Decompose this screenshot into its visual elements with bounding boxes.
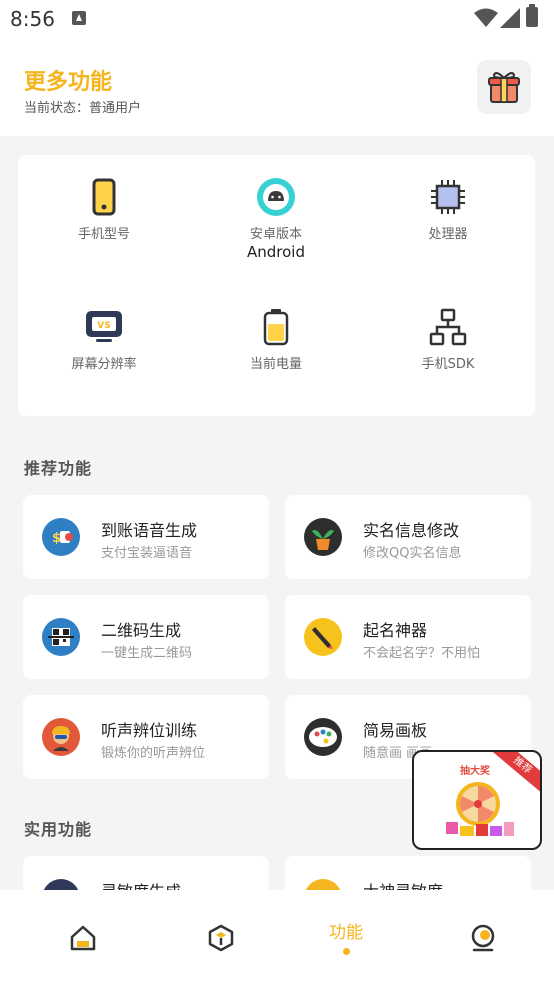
info-label: 安卓版本 (249, 227, 302, 242)
section-title-practical: 实用功能 (24, 820, 93, 839)
nav-features-label: 功能 (329, 923, 363, 943)
info-android-version[interactable]: 安卓版本 Android (190, 177, 362, 287)
info-label: 处理器 (428, 227, 468, 242)
info-label: 手机SDK (421, 357, 475, 372)
bottom-nav: 功能 (0, 890, 554, 984)
payment-voice-icon: $ (42, 518, 80, 556)
page-title: 更多功能 (24, 70, 113, 95)
status-time: 8:56 (10, 7, 55, 31)
info-label: 当前电量 (249, 357, 302, 372)
feature-naming[interactable]: 起名神器 不会起名字？不用怕 (285, 595, 531, 679)
qrcode-icon (42, 618, 80, 656)
feature-title: 简易画板 (363, 721, 428, 740)
monitor-icon: VS (86, 311, 122, 342)
user-status: 当前状态：普通用户 (24, 101, 142, 116)
feature-subtitle: 支付宝装逼语音 (101, 546, 193, 561)
status-bar: 8:56 (0, 0, 554, 38)
nav-tools[interactable] (152, 890, 290, 984)
nav-profile[interactable] (414, 890, 552, 984)
info-resolution[interactable]: VS 屏幕分辨率 (18, 307, 190, 417)
svg-text:$: $ (52, 531, 61, 546)
feature-subtitle: 不会起名字？不用怕 (363, 646, 481, 661)
profile-icon (471, 924, 495, 952)
info-value: Android (247, 243, 305, 261)
nav-features[interactable]: 功能 (277, 890, 415, 984)
battery-icon (526, 4, 538, 27)
android-icon (257, 178, 295, 216)
gift-button[interactable] (477, 60, 531, 114)
page-header: 更多功能 当前状态：普通用户 (0, 38, 554, 136)
feature-subtitle: 锻炼你的听声辨位 (101, 746, 206, 761)
info-phone-model[interactable]: 手机型号 (18, 177, 190, 287)
soldier-icon (42, 718, 80, 756)
lottery-widget[interactable]: 抽大奖 推荐 (412, 750, 542, 850)
feature-qrcode[interactable]: 二维码生成 一键生成二维码 (23, 595, 269, 679)
battery-level-icon (263, 309, 289, 346)
info-label: 手机型号 (77, 227, 130, 242)
cube-icon (208, 924, 234, 952)
info-processor[interactable]: 处理器 (362, 177, 534, 287)
signal-icon (500, 8, 520, 28)
svg-text:VS: VS (97, 321, 110, 331)
active-indicator (343, 948, 350, 955)
home-icon (70, 925, 96, 951)
phone-icon (92, 178, 116, 216)
feature-title: 实名信息修改 (363, 521, 460, 540)
feature-sound-training[interactable]: 听声辨位训练 锻炼你的听声辨位 (23, 695, 269, 779)
feature-title: 二维码生成 (101, 621, 182, 640)
device-info-card: 手机型号 安卓版本 Android 处理器 VS 屏幕分辨率 当前电量 手机SD… (18, 155, 535, 416)
feature-title: 起名神器 (363, 621, 428, 640)
network-icon (429, 308, 467, 346)
feature-title: 听声辨位训练 (101, 721, 198, 740)
feature-realname-edit[interactable]: 实名信息修改 修改QQ实名信息 (285, 495, 531, 579)
pen-icon (304, 618, 342, 656)
feature-subtitle: 一键生成二维码 (101, 646, 193, 661)
notification-icon (72, 11, 86, 25)
wifi-icon (474, 8, 498, 27)
lottery-title: 抽大奖 (460, 766, 490, 777)
info-battery[interactable]: 当前电量 (190, 307, 362, 417)
feature-title: 到账语音生成 (101, 521, 198, 540)
palette-icon (304, 718, 342, 756)
feature-payment-voice[interactable]: $ 到账语音生成 支付宝装逼语音 (23, 495, 269, 579)
feature-subtitle: 修改QQ实名信息 (363, 546, 462, 561)
prize-wheel-icon (446, 782, 514, 836)
gift-icon (488, 72, 520, 103)
nav-home[interactable] (14, 890, 152, 984)
info-sdk[interactable]: 手机SDK (362, 307, 534, 417)
plant-icon (304, 518, 342, 556)
section-title-recommended: 推荐功能 (24, 459, 93, 478)
info-label: 屏幕分辨率 (71, 357, 137, 372)
chip-icon (431, 180, 465, 214)
